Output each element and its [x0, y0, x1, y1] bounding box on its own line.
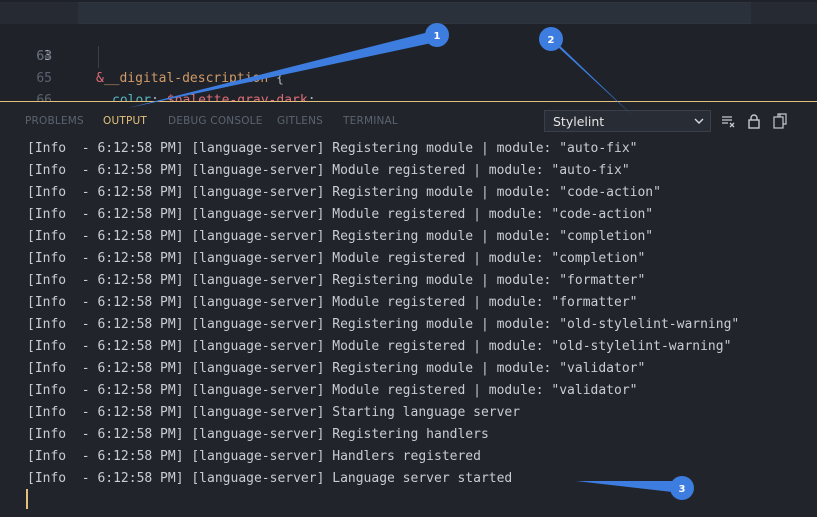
- editor-line[interactable]: 65 color: $palette-gray-dark;: [0, 46, 817, 102]
- bottom-panel: PROBLEMS OUTPUT DEBUG CONSOLE GITLENS TE…: [0, 102, 817, 517]
- log-line: [Info - 6:12:58 PM] [language-server] Re…: [27, 141, 638, 156]
- log-line: [Info - 6:12:58 PM] [language-server] Mo…: [27, 339, 732, 354]
- log-line: [Info - 6:12:58 PM] [language-server] Re…: [27, 361, 646, 376]
- log-line: [Info - 6:12:58 PM] [language-server] La…: [27, 471, 513, 486]
- log-line: [Info - 6:12:58 PM] [language-server] Mo…: [27, 295, 638, 310]
- tab-problems[interactable]: PROBLEMS: [25, 115, 84, 127]
- chevron-down-icon: [694, 118, 704, 124]
- log-line: [Info - 6:12:58 PM] [language-server] Ha…: [27, 449, 481, 464]
- log-line: [Info - 6:12:58 PM] [language-server] Mo…: [27, 383, 638, 398]
- lock-scroll-icon[interactable]: [746, 113, 762, 129]
- log-line: [Info - 6:12:58 PM] [language-server] Mo…: [27, 251, 646, 266]
- log-line: [Info - 6:12:58 PM] [language-server] St…: [27, 405, 521, 420]
- panel-tab-bar: PROBLEMS OUTPUT DEBUG CONSOLE GITLENS TE…: [0, 102, 817, 138]
- tab-gitlens[interactable]: GITLENS: [277, 115, 323, 127]
- open-log-file-icon[interactable]: [772, 113, 788, 129]
- log-line: [Info - 6:12:58 PM] [language-server] Re…: [27, 273, 646, 288]
- tab-debug-console[interactable]: DEBUG CONSOLE: [168, 115, 263, 127]
- editor-line[interactable]: 66 }: [0, 68, 817, 102]
- text-cursor: [26, 489, 28, 509]
- tab-output[interactable]: OUTPUT: [103, 115, 147, 127]
- indent-guide: [98, 46, 99, 68]
- tab-terminal[interactable]: TERMINAL: [343, 115, 398, 127]
- editor-line[interactable]: 63: [0, 2, 817, 64]
- log-line: [Info - 6:12:58 PM] [language-server] Mo…: [27, 163, 630, 178]
- output-log[interactable]: [Info - 6:12:58 PM] [language-server] Re…: [0, 138, 817, 517]
- code-editor[interactable]: 63 64 &__digital-description { 65 color:…: [0, 0, 817, 102]
- log-line: [Info - 6:12:58 PM] [language-server] Mo…: [27, 207, 654, 222]
- output-channel-select[interactable]: Stylelint: [544, 110, 711, 132]
- output-channel-value: Stylelint: [553, 114, 605, 129]
- current-line-highlight: [78, 2, 751, 24]
- editor-line[interactable]: 64 &__digital-description {: [0, 24, 817, 86]
- log-line: [Info - 6:12:58 PM] [language-server] Re…: [27, 229, 654, 244]
- log-line: [Info - 6:12:58 PM] [language-server] Re…: [27, 185, 661, 200]
- log-line: [Info - 6:12:58 PM] [language-server] Re…: [27, 427, 489, 442]
- log-line: [Info - 6:12:58 PM] [language-server] Re…: [27, 317, 740, 332]
- clear-output-icon[interactable]: [720, 113, 736, 129]
